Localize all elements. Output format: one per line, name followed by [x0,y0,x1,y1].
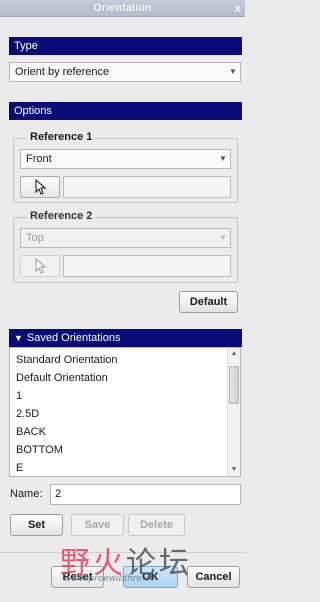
options-section-header: Options [9,102,242,120]
list-scrollbar[interactable]: ▲ ▼ [227,348,240,476]
list-item[interactable]: 2.5D [16,405,39,423]
chevron-down-icon[interactable]: ▼ [226,63,240,81]
window-titlebar: Orientation x [0,0,245,17]
saved-orientations-header[interactable]: ▼ Saved Orientations [9,329,242,347]
scroll-down-icon[interactable]: ▼ [228,464,240,476]
collapse-triangle-icon[interactable]: ▼ [14,333,23,343]
default-button[interactable]: Default [179,291,238,313]
arrow-cursor-icon [35,178,47,195]
saved-orientations-list[interactable]: Standard Orientation Default Orientation… [9,347,241,477]
cancel-button[interactable]: Cancel [187,566,240,588]
reference2-legend: Reference 2 [27,210,96,222]
reference2-dropdown[interactable]: Top ▼ [20,228,231,248]
reference1-selection-field[interactable] [63,176,231,198]
footer-divider [0,552,245,553]
name-input[interactable]: 2 [50,484,241,505]
saved-orientations-title: Saved Orientations [26,332,121,344]
arrow-cursor-icon [35,257,47,274]
reference2-selection-field[interactable] [63,255,231,277]
window-title: Orientation [93,2,152,14]
type-section-title: Type [14,40,38,52]
close-icon[interactable]: x [234,0,241,16]
list-item[interactable]: Standard Orientation [16,351,118,369]
list-item[interactable]: E [16,459,23,477]
list-item[interactable]: BACK [16,423,46,441]
chevron-down-icon[interactable]: ▼ [216,150,230,168]
reset-button[interactable]: Reset [51,566,104,588]
ok-button[interactable]: OK [123,566,178,588]
reference1-dropdown-value: Front [26,153,52,165]
name-label: Name: [10,488,43,500]
reference2-dropdown-value: Top [26,232,44,244]
options-section-title: Options [14,105,52,117]
list-item[interactable]: 1 [16,387,22,405]
reference1-legend: Reference 1 [27,131,96,143]
scroll-up-icon[interactable]: ▲ [228,348,240,360]
save-button[interactable]: Save [71,514,124,536]
reference2-picker-button[interactable] [20,255,60,277]
type-section-header: Type [9,37,242,55]
type-dropdown[interactable]: Orient by reference ▼ [9,62,241,82]
scrollbar-thumb[interactable] [229,366,239,404]
reference1-picker-button[interactable] [20,176,60,198]
list-item[interactable]: Default Orientation [16,369,108,387]
delete-button[interactable]: Delete [128,514,185,536]
set-button[interactable]: Set [10,514,63,536]
reference1-dropdown[interactable]: Front ▼ [20,149,231,169]
chevron-down-icon[interactable]: ▼ [216,229,230,247]
type-dropdown-value: Orient by reference [15,66,110,78]
list-item[interactable]: BOTTOM [16,441,63,459]
